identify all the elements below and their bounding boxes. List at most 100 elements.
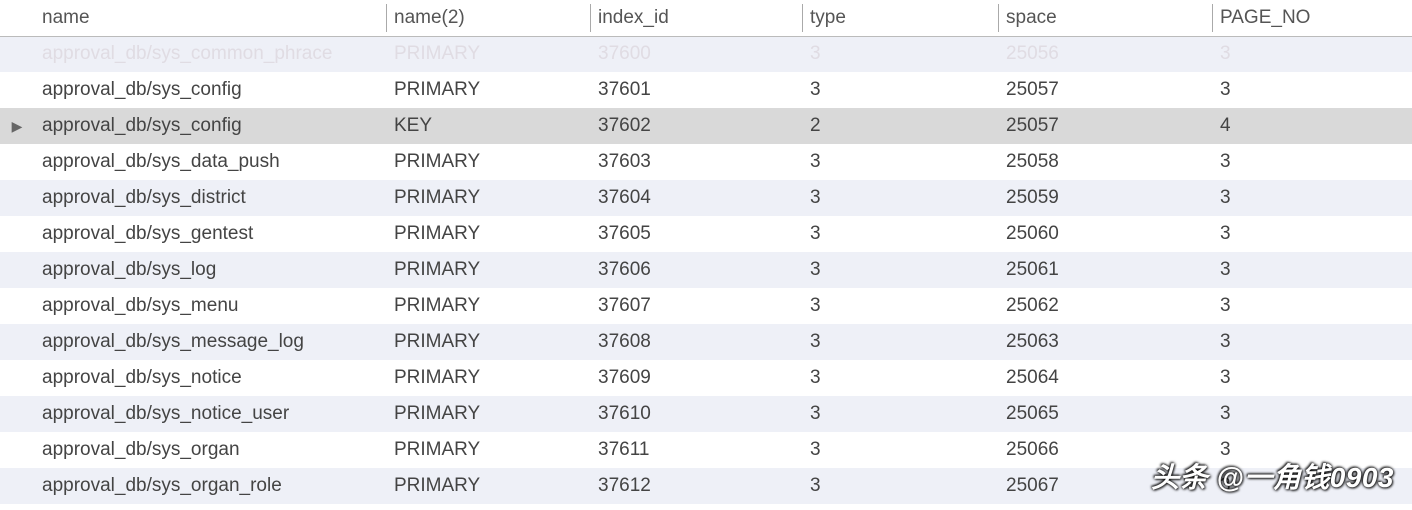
table-row[interactable]: ▶ approval_db/sys_configKEY376022250574: [0, 108, 1412, 144]
table-row[interactable]: approval_db/sys_menuPRIMARY376073250623: [0, 288, 1412, 324]
current-row-marker-icon: ▶: [12, 118, 23, 135]
cell-name2[interactable]: PRIMARY: [386, 36, 590, 72]
cell-index-id[interactable]: 37601: [590, 72, 802, 108]
cell-page-no[interactable]: 3: [1212, 36, 1412, 72]
cell-page-no[interactable]: 4: [1212, 108, 1412, 144]
cell-type[interactable]: 3: [802, 468, 998, 504]
cell-type[interactable]: 3: [802, 180, 998, 216]
cell-name2[interactable]: PRIMARY: [386, 324, 590, 360]
header-name[interactable]: name: [34, 0, 386, 36]
cell-index-id[interactable]: 37603: [590, 144, 802, 180]
cell-type[interactable]: 3: [802, 288, 998, 324]
cell-type[interactable]: 3: [802, 360, 998, 396]
cell-page-no[interactable]: 3: [1212, 72, 1412, 108]
cell-space[interactable]: 25064: [998, 360, 1212, 396]
cell-type[interactable]: 3: [802, 72, 998, 108]
table-row[interactable]: approval_db/sys_noticePRIMARY37609325064…: [0, 360, 1412, 396]
cell-type[interactable]: 3: [802, 144, 998, 180]
cell-index-id[interactable]: 37610: [590, 396, 802, 432]
column-divider[interactable]: [802, 4, 803, 32]
cell-space[interactable]: 25061: [998, 252, 1212, 288]
table-row[interactable]: approval_db/sys_gentestPRIMARY3760532506…: [0, 216, 1412, 252]
header-name2[interactable]: name(2): [386, 0, 590, 36]
cell-name[interactable]: approval_db/sys_config: [34, 72, 386, 108]
cell-name[interactable]: approval_db/sys_data_push: [34, 144, 386, 180]
cell-page-no[interactable]: 3: [1212, 360, 1412, 396]
data-table[interactable]: name name(2) index_id type space PAGE_NO: [0, 0, 1412, 504]
cell-name2[interactable]: PRIMARY: [386, 72, 590, 108]
cell-space[interactable]: 25056: [998, 36, 1212, 72]
cell-type[interactable]: 3: [802, 36, 998, 72]
cell-index-id[interactable]: 37608: [590, 324, 802, 360]
cell-space[interactable]: 25058: [998, 144, 1212, 180]
cell-name2[interactable]: KEY: [386, 108, 590, 144]
cell-index-id[interactable]: 37609: [590, 360, 802, 396]
cell-page-no[interactable]: 3: [1212, 252, 1412, 288]
cell-space[interactable]: 25065: [998, 396, 1212, 432]
cell-space[interactable]: 25057: [998, 108, 1212, 144]
cell-type[interactable]: 3: [802, 252, 998, 288]
column-divider[interactable]: [386, 4, 387, 32]
cell-index-id[interactable]: 37600: [590, 36, 802, 72]
cell-index-id[interactable]: 37606: [590, 252, 802, 288]
header-index-id[interactable]: index_id: [590, 0, 802, 36]
cell-index-id[interactable]: 37602: [590, 108, 802, 144]
table-row[interactable]: approval_db/sys_data_pushPRIMARY37603325…: [0, 144, 1412, 180]
table-row[interactable]: approval_db/sys_configPRIMARY37601325057…: [0, 72, 1412, 108]
column-divider[interactable]: [998, 4, 999, 32]
cell-name[interactable]: approval_db/sys_notice: [34, 360, 386, 396]
cell-name2[interactable]: PRIMARY: [386, 288, 590, 324]
cell-name2[interactable]: PRIMARY: [386, 360, 590, 396]
cell-name2[interactable]: PRIMARY: [386, 252, 590, 288]
cell-name2[interactable]: PRIMARY: [386, 396, 590, 432]
cell-type[interactable]: 3: [802, 396, 998, 432]
column-divider[interactable]: [590, 4, 591, 32]
cell-space[interactable]: 25060: [998, 216, 1212, 252]
cell-name[interactable]: approval_db/sys_menu: [34, 288, 386, 324]
cell-page-no[interactable]: 3: [1212, 396, 1412, 432]
cell-type[interactable]: 3: [802, 216, 998, 252]
cell-name2[interactable]: PRIMARY: [386, 432, 590, 468]
table-row[interactable]: approval_db/sys_logPRIMARY376063250613: [0, 252, 1412, 288]
cell-name[interactable]: approval_db/sys_organ: [34, 432, 386, 468]
table-row[interactable]: approval_db/sys_message_logPRIMARY376083…: [0, 324, 1412, 360]
table-row[interactable]: approval_db/sys_notice_userPRIMARY376103…: [0, 396, 1412, 432]
column-divider[interactable]: [1212, 4, 1213, 32]
cell-page-no[interactable]: 3: [1212, 216, 1412, 252]
cell-name2[interactable]: PRIMARY: [386, 216, 590, 252]
cell-name[interactable]: approval_db/sys_message_log: [34, 324, 386, 360]
cell-page-no[interactable]: 3: [1212, 144, 1412, 180]
cell-type[interactable]: 3: [802, 432, 998, 468]
cell-space[interactable]: 25063: [998, 324, 1212, 360]
cell-index-id[interactable]: 37611: [590, 432, 802, 468]
row-gutter: [0, 72, 34, 108]
cell-name[interactable]: approval_db/sys_common_phrace: [34, 36, 386, 72]
cell-type[interactable]: 2: [802, 108, 998, 144]
header-page-no[interactable]: PAGE_NO: [1212, 0, 1412, 36]
cell-name2[interactable]: PRIMARY: [386, 144, 590, 180]
cell-name[interactable]: approval_db/sys_organ_role: [34, 468, 386, 504]
cell-name[interactable]: approval_db/sys_notice_user: [34, 396, 386, 432]
header-space[interactable]: space: [998, 0, 1212, 36]
cell-index-id[interactable]: 37607: [590, 288, 802, 324]
cell-page-no[interactable]: 3: [1212, 288, 1412, 324]
cell-space[interactable]: 25062: [998, 288, 1212, 324]
cell-name[interactable]: approval_db/sys_gentest: [34, 216, 386, 252]
cell-space[interactable]: 25057: [998, 72, 1212, 108]
cell-name[interactable]: approval_db/sys_config: [34, 108, 386, 144]
cell-type[interactable]: 3: [802, 324, 998, 360]
cell-space[interactable]: 25059: [998, 180, 1212, 216]
table-row[interactable]: approval_db/sys_common_phracePRIMARY3760…: [0, 36, 1412, 72]
cell-index-id[interactable]: 37604: [590, 180, 802, 216]
cell-name[interactable]: approval_db/sys_district: [34, 180, 386, 216]
cell-name[interactable]: approval_db/sys_log: [34, 252, 386, 288]
cell-index-id[interactable]: 37612: [590, 468, 802, 504]
cell-page-no[interactable]: 3: [1212, 180, 1412, 216]
cell-page-no[interactable]: 3: [1212, 324, 1412, 360]
cell-index-id[interactable]: 37605: [590, 216, 802, 252]
cell-name2[interactable]: PRIMARY: [386, 468, 590, 504]
header-type[interactable]: type: [802, 0, 998, 36]
table-row[interactable]: approval_db/sys_districtPRIMARY376043250…: [0, 180, 1412, 216]
cell-name2[interactable]: PRIMARY: [386, 180, 590, 216]
header-label-page-no: PAGE_NO: [1220, 7, 1310, 28]
